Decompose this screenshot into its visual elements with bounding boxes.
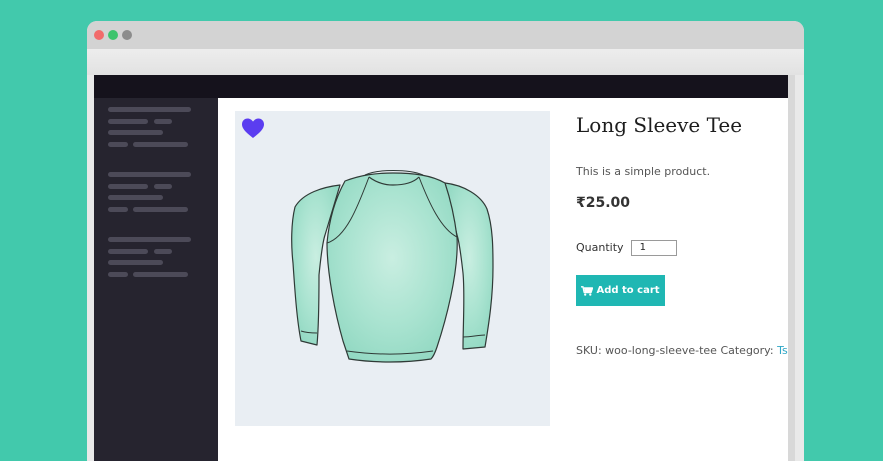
sidebar-skeleton-line bbox=[133, 207, 188, 212]
product-short-description: This is a simple product. bbox=[576, 165, 711, 178]
sidebar-skeleton-line bbox=[154, 184, 172, 189]
sidebar-skeleton-line bbox=[108, 249, 148, 254]
quantity-label: Quantity bbox=[576, 241, 624, 254]
viewport-right-edge bbox=[788, 75, 795, 461]
add-to-cart-button[interactable]: Add to cart bbox=[576, 275, 665, 306]
sidebar-skeleton-line bbox=[133, 142, 188, 147]
sku-label: SKU: bbox=[576, 344, 602, 357]
heart-icon[interactable] bbox=[241, 117, 265, 139]
shopping-cart-icon bbox=[581, 285, 594, 296]
window-titlebar bbox=[87, 21, 804, 49]
browser-toolbar bbox=[87, 49, 804, 75]
admin-bar bbox=[94, 75, 795, 98]
long-sleeve-shirt-illustration bbox=[291, 170, 494, 363]
sidebar-skeleton-line bbox=[108, 184, 148, 189]
sidebar-skeleton-line bbox=[133, 272, 188, 277]
sidebar-skeleton-line bbox=[108, 195, 163, 200]
sidebar-skeleton-line bbox=[108, 272, 128, 277]
product-price: ₹25.00 bbox=[576, 195, 631, 211]
minimize-window-dot[interactable] bbox=[122, 30, 132, 40]
page-viewport: Long Sleeve Tee This is a simple product… bbox=[94, 75, 795, 461]
product-page: Long Sleeve Tee This is a simple product… bbox=[218, 98, 795, 461]
sidebar-skeleton-line bbox=[108, 142, 128, 147]
sidebar-skeleton-line bbox=[108, 207, 128, 212]
product-title: Long Sleeve Tee bbox=[576, 113, 743, 137]
quantity-row: Quantity bbox=[576, 237, 677, 256]
sidebar-skeleton-line bbox=[108, 119, 148, 124]
sidebar-skeleton-line bbox=[154, 249, 172, 254]
sidebar-skeleton-line bbox=[154, 119, 172, 124]
product-meta: SKU: woo-long-sleeve-tee Category: Tshir… bbox=[576, 344, 795, 357]
sidebar-skeleton-line bbox=[108, 172, 191, 177]
sidebar-skeleton-line bbox=[108, 107, 191, 112]
browser-window: Long Sleeve Tee This is a simple product… bbox=[87, 21, 804, 461]
category-label: Category: bbox=[720, 344, 774, 357]
sku-value: woo-long-sleeve-tee bbox=[605, 344, 717, 357]
sidebar-skeleton-line bbox=[108, 237, 191, 242]
sidebar-placeholder bbox=[94, 98, 218, 461]
maximize-window-dot[interactable] bbox=[108, 30, 118, 40]
quantity-input[interactable] bbox=[630, 239, 677, 256]
sidebar-skeleton-line bbox=[108, 130, 163, 135]
close-window-dot[interactable] bbox=[94, 30, 104, 40]
product-image[interactable] bbox=[235, 111, 550, 426]
add-to-cart-label: Add to cart bbox=[596, 285, 660, 296]
sidebar-skeleton-line bbox=[108, 260, 163, 265]
